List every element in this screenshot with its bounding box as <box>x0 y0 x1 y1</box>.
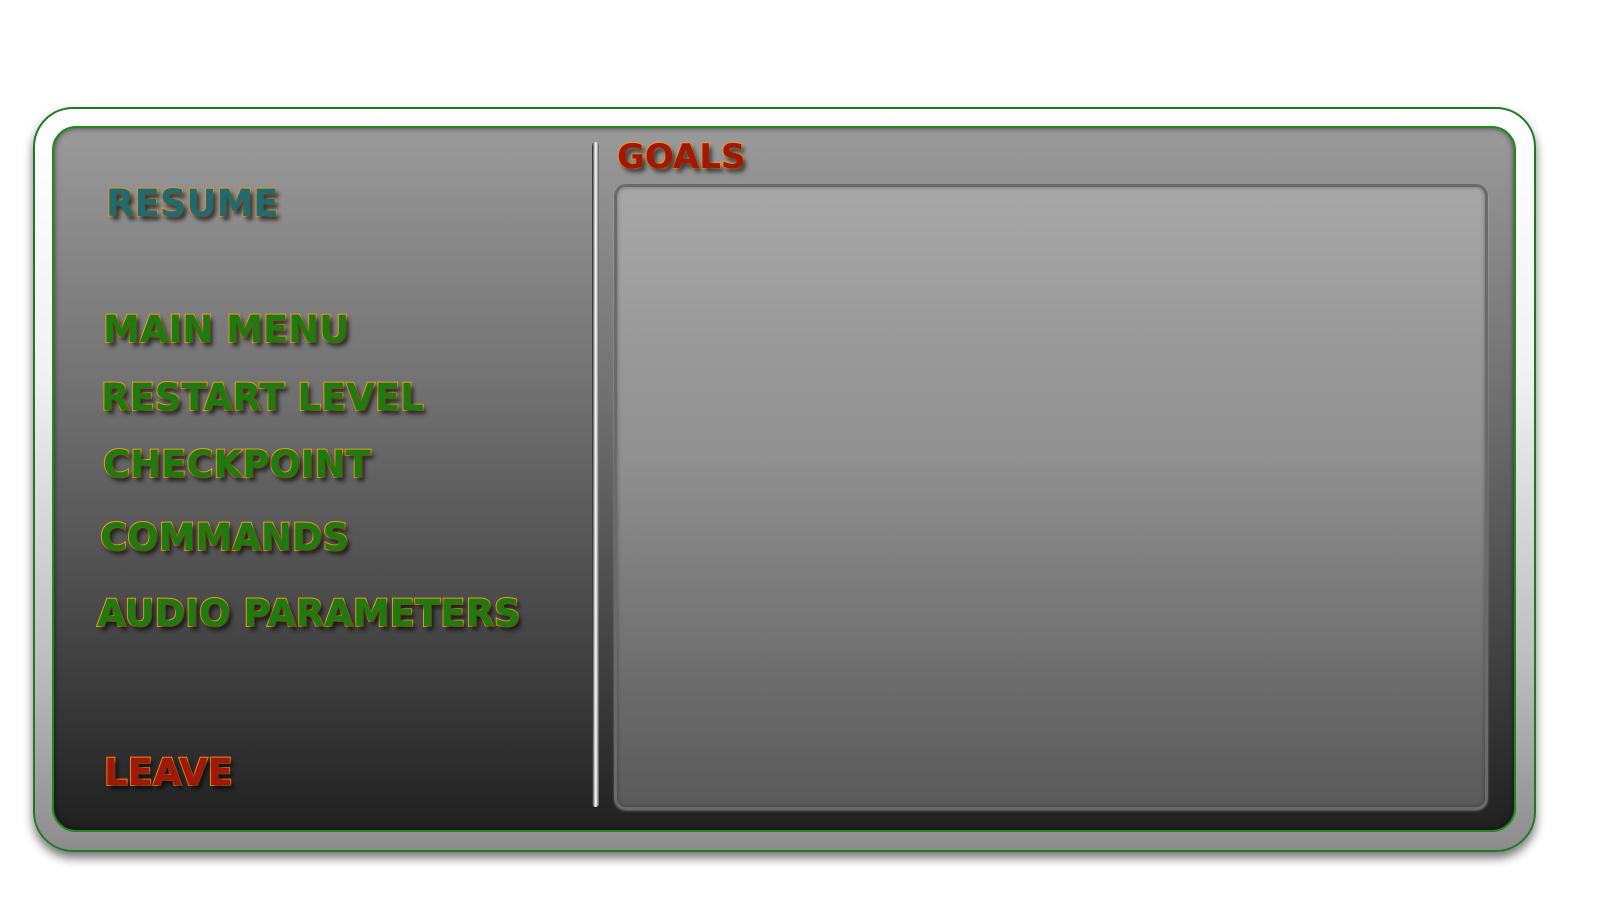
goals-title: GOALS <box>616 137 746 177</box>
leave-button[interactable]: LEAVE <box>103 753 234 792</box>
goals-panel <box>614 184 1488 810</box>
commands-button[interactable]: COMMANDS <box>99 518 350 557</box>
resume-button[interactable]: RESUME <box>105 184 280 223</box>
main-menu-button[interactable]: MAIN MENU <box>102 310 350 349</box>
panel-divider <box>592 142 599 807</box>
audio-parameters-button[interactable]: AUDIO PARAMETERS <box>96 594 522 633</box>
restart-level-button[interactable]: RESTART LEVEL <box>100 378 425 417</box>
checkpoint-button[interactable]: CHECKPOINT <box>102 445 372 484</box>
